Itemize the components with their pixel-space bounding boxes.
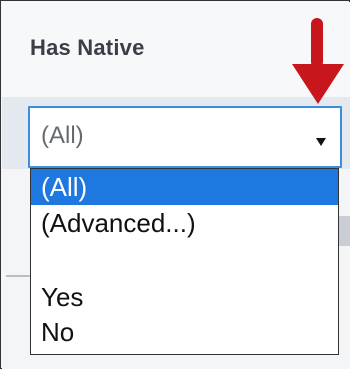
red-down-arrow-icon <box>292 18 344 104</box>
option-blank[interactable] <box>31 243 338 279</box>
background-divider <box>6 275 32 277</box>
option-all[interactable]: (All) <box>31 169 338 205</box>
has-native-dropdown[interactable]: (All) <box>28 106 342 168</box>
dropdown-selected-value: (All) <box>41 122 84 149</box>
option-no[interactable]: No <box>31 314 338 350</box>
caret-down-icon[interactable] <box>316 138 326 146</box>
filter-title: Has Native <box>30 35 145 60</box>
background-scrollbar[interactable] <box>338 216 350 246</box>
dropdown-options-list: (All) (Advanced...) Yes No <box>30 168 339 355</box>
option-yes[interactable]: Yes <box>31 279 338 315</box>
option-advanced[interactable]: (Advanced...) <box>31 205 338 241</box>
